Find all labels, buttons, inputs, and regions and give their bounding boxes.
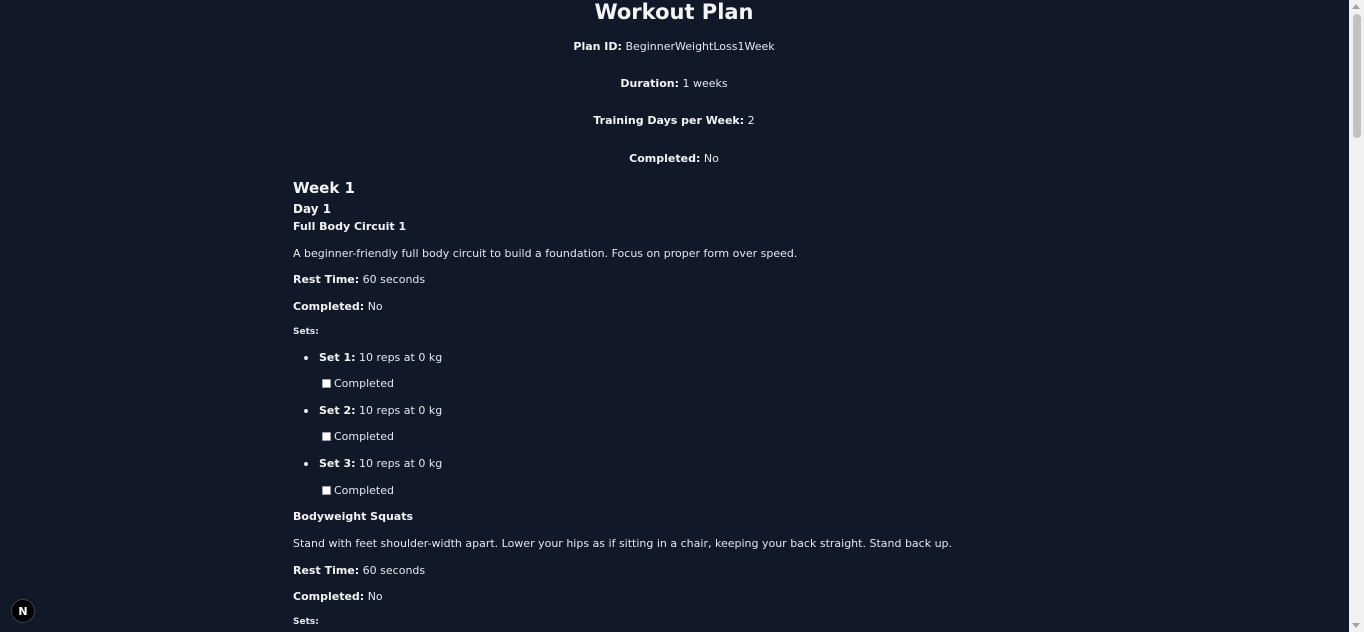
set-item: Set 2: 10 reps at 0 kg (319, 404, 442, 417)
set-completed-checkbox[interactable] (322, 432, 331, 441)
list-bullet (304, 356, 308, 360)
exercise-completed-value: No (367, 300, 383, 313)
training-days-line: Training Days per Week: 2 (0, 114, 1348, 128)
plan-id-line: Plan ID: BeginnerWeightLoss1Week (0, 40, 1348, 54)
exercise-rest-time: Rest Time: 60 seconds (293, 273, 425, 286)
rest-time-value: 60 seconds (362, 564, 426, 577)
sets-label: Sets: (293, 327, 319, 337)
exercise-name: Full Body Circuit 1 (293, 220, 407, 233)
exercise-completed-label: Completed: (293, 590, 365, 603)
day-title: Day 1 (293, 202, 332, 216)
set-item: Set 3: 10 reps at 0 kg (319, 457, 442, 470)
page-title: Workout Plan (594, 0, 754, 24)
rest-time-label: Rest Time: (293, 273, 360, 286)
set-completed-checkbox[interactable] (322, 486, 331, 495)
set-detail: 10 reps at 0 kg (359, 404, 443, 417)
set-completed-label: Completed (334, 484, 394, 497)
exercise-name: Bodyweight Squats (293, 510, 414, 523)
set-completed-checkbox[interactable] (322, 379, 331, 388)
set-completed-label: Completed (334, 430, 394, 443)
set-completed-toggle[interactable]: Completed (322, 484, 394, 497)
set-detail: 10 reps at 0 kg (359, 351, 443, 364)
badge-letter: N (18, 604, 28, 618)
duration-label: Duration: (620, 77, 679, 90)
plan-completed-value: No (703, 152, 719, 165)
duration-value: 1 weeks (682, 77, 728, 90)
exercise-description: Stand with feet shoulder-width apart. Lo… (293, 537, 953, 550)
training-days-label: Training Days per Week: (593, 114, 745, 127)
set-completed-label: Completed (334, 377, 394, 390)
set-completed-toggle[interactable]: Completed (322, 430, 394, 443)
plan-id-value: BeginnerWeightLoss1Week (625, 40, 775, 53)
scroll-down-arrow-icon[interactable] (1352, 623, 1360, 628)
exercise-completed: Completed: No (293, 590, 383, 603)
exercise-completed: Completed: No (293, 300, 383, 313)
list-bullet (304, 409, 308, 413)
exercise-completed-value: No (367, 590, 383, 603)
training-days-value: 2 (747, 114, 755, 127)
set-label: Set 1: (319, 351, 356, 364)
next-dev-tools-badge[interactable]: N (11, 599, 35, 623)
exercise-description: A beginner-friendly full body circuit to… (293, 247, 798, 260)
list-bullet (304, 462, 308, 466)
vertical-scrollbar[interactable] (1349, 0, 1364, 632)
week-title: Week 1 (293, 179, 355, 197)
exercise-rest-time: Rest Time: 60 seconds (293, 564, 425, 577)
plan-completed-line: Completed: No (0, 152, 1348, 166)
rest-time-label: Rest Time: (293, 564, 360, 577)
scroll-up-arrow-icon[interactable] (1352, 4, 1360, 9)
rest-time-value: 60 seconds (362, 273, 426, 286)
set-detail: 10 reps at 0 kg (359, 457, 443, 470)
plan-id-label: Plan ID: (573, 40, 622, 53)
set-label: Set 2: (319, 404, 356, 417)
set-completed-toggle[interactable]: Completed (322, 377, 394, 390)
set-item: Set 1: 10 reps at 0 kg (319, 351, 442, 364)
exercise-completed-label: Completed: (293, 300, 365, 313)
scrollbar-thumb[interactable] (1353, 14, 1361, 138)
page: Workout Plan Plan ID: BeginnerWeightLoss… (0, 0, 1364, 632)
set-label: Set 3: (319, 457, 356, 470)
plan-completed-label: Completed: (629, 152, 701, 165)
duration-line: Duration: 1 weeks (0, 77, 1348, 91)
sets-label: Sets: (293, 617, 319, 627)
